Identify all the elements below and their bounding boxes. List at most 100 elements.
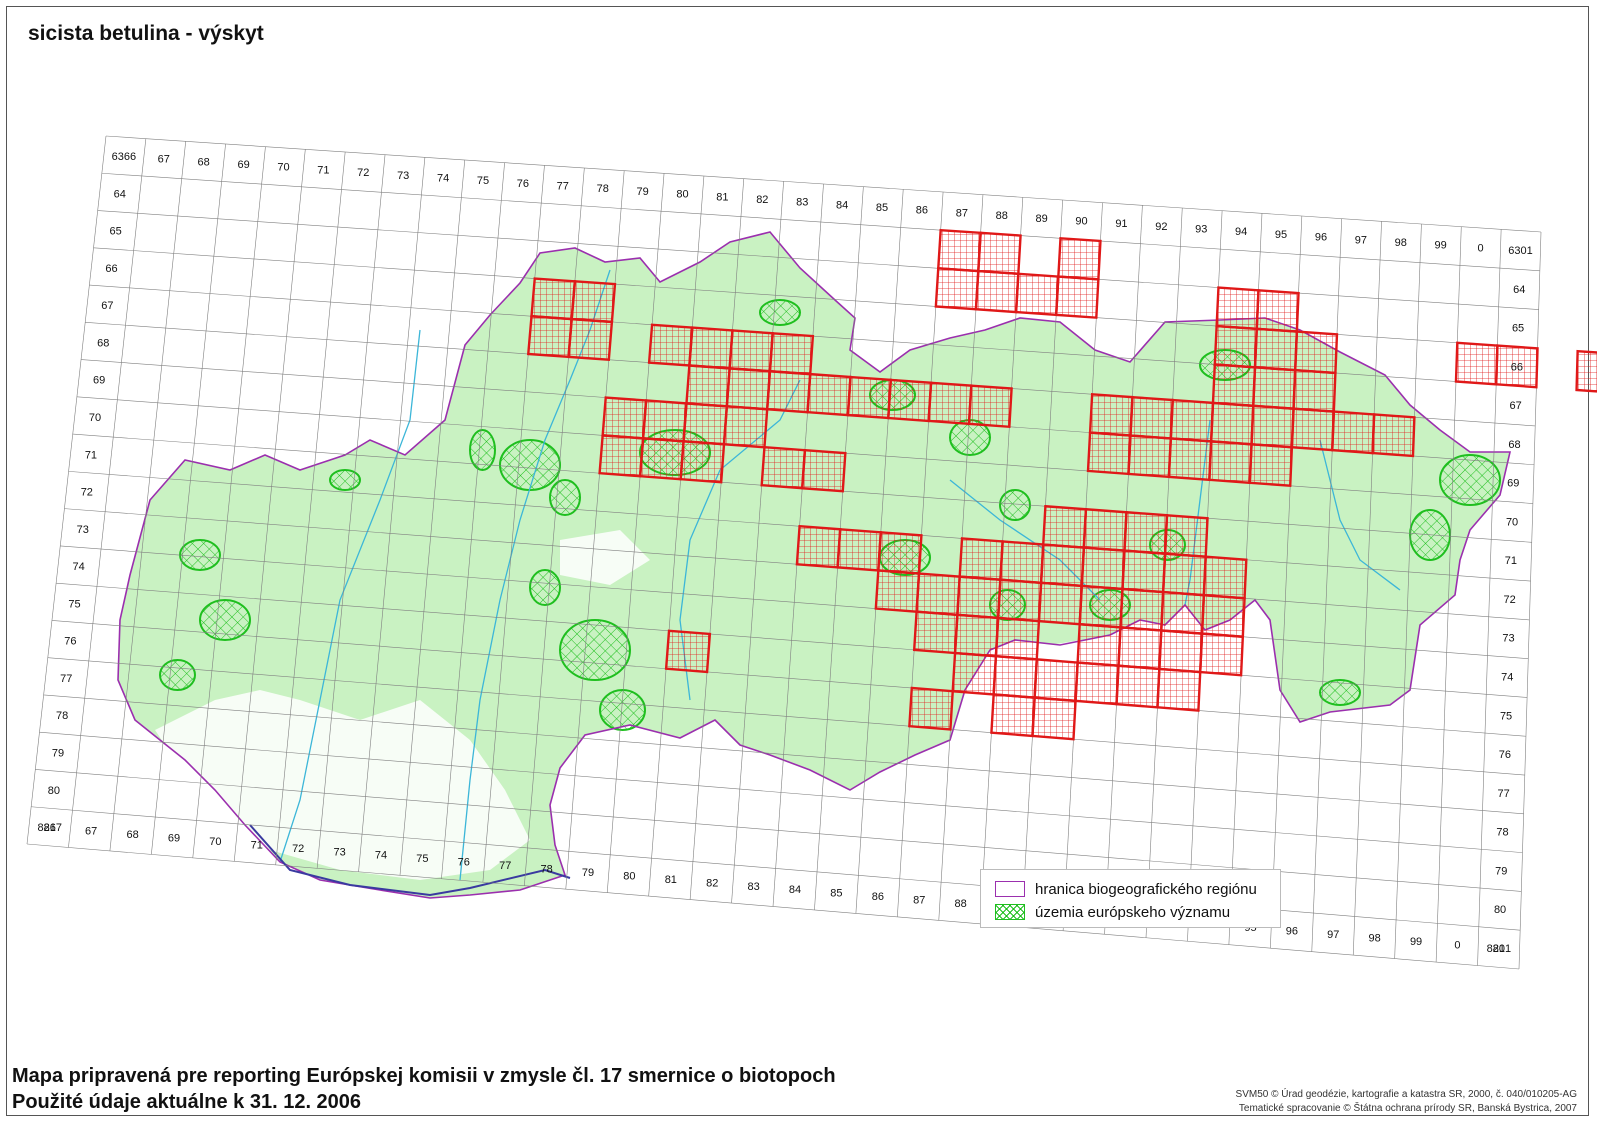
right-grid-label: 67 (1510, 400, 1522, 412)
left-grid-label: 68 (97, 337, 109, 349)
bottom-grid-label: 74 (375, 850, 387, 862)
occurrence-cell (1074, 661, 1120, 706)
left-grid-label: 73 (77, 524, 89, 536)
grid-line-horizontal (105, 135, 1542, 233)
occurrence-cell (1255, 289, 1300, 333)
bottom-grid-label: 78 (540, 864, 552, 876)
right-grid-label: 70 (1506, 516, 1518, 528)
top-grid-label: 94 (1235, 226, 1247, 238)
top-grid-label: 93 (1195, 224, 1207, 236)
occurrence-cell (1371, 413, 1416, 458)
occurrence-cell (1454, 341, 1499, 386)
occurrence-cell (1163, 513, 1209, 559)
occurrence-cell (530, 277, 577, 321)
bottom-grid-label: 98 (1369, 933, 1381, 945)
left-grid-label: 72 (81, 487, 93, 499)
occurrence-cell (728, 329, 774, 373)
bottom-grid-label: 71 (251, 839, 263, 851)
occurrence-cell (1080, 546, 1126, 591)
top-grid-label: 79 (636, 186, 648, 198)
top-grid-label: 98 (1395, 237, 1407, 249)
right-grid-label: 75 (1500, 710, 1512, 722)
sci-site (499, 439, 561, 491)
credit-line-2: Tematické spracovanie © Štátna ochrana p… (1238, 1103, 1577, 1114)
top-grid-label: 67 (158, 154, 170, 166)
occurrence-cell (795, 524, 842, 569)
border-swatch-icon (995, 881, 1025, 897)
top-grid-label: 86 (916, 205, 928, 217)
occurrence-cell (1250, 404, 1295, 449)
grid-line-vertical (1518, 231, 1542, 970)
bottom-grid-label: 96 (1286, 926, 1298, 938)
right-grid-label: 69 (1507, 478, 1519, 490)
occurrence-cell (977, 231, 1022, 276)
bottom-grid-label: 87 (913, 895, 925, 907)
left-grid-label: 78 (56, 710, 68, 722)
occurrence-cell (664, 629, 712, 674)
occurrence-cell (1167, 437, 1213, 482)
legend-label-border: hranica biogeografického regiónu (1035, 880, 1257, 898)
occurrence-cell (1076, 622, 1122, 668)
occurrence-cell (685, 364, 731, 408)
bottom-grid-label: 82 (706, 877, 718, 889)
hatch-swatch-icon (995, 904, 1025, 920)
occurrence-cell (638, 437, 685, 481)
occurrence-cell (936, 228, 982, 273)
occurrence-cell (1033, 658, 1079, 703)
left-grid-label: 81 (44, 822, 56, 834)
grid-line-horizontal (101, 172, 1540, 272)
top-grid-label: 90 (1075, 215, 1087, 227)
bottom-grid-label: 72 (292, 843, 304, 855)
grid-line-horizontal (31, 806, 1521, 931)
occurrence-cell (1292, 368, 1337, 413)
occurrence-cell (990, 693, 1036, 738)
top-grid-label: 84 (836, 199, 848, 211)
occurrence-cell (1160, 590, 1206, 635)
occurrence-cell (1200, 593, 1246, 639)
right-grid-label: 64 (1513, 284, 1525, 296)
occurrence-cell (1211, 363, 1257, 408)
occurrence-cell (768, 331, 815, 376)
legend-item-border: hranica biogeografického regiónu (995, 878, 1257, 900)
occurrence-cell (526, 314, 573, 359)
top-grid-label: 85 (876, 202, 888, 214)
occurrence-cell (1158, 629, 1204, 674)
legend: hranica biogeografického regiónu územia … (980, 869, 1281, 928)
occurrence-cell (647, 323, 694, 367)
occurrence-cell (1253, 327, 1299, 372)
bottom-grid-label: 0 (1454, 939, 1460, 951)
left-grid-label: 74 (72, 561, 84, 573)
occurrence-cell (953, 613, 1000, 658)
top-grid-label: 99 (1435, 240, 1447, 252)
left-grid-label: 66 (105, 263, 117, 275)
occurrence-cell (1156, 667, 1202, 712)
bottom-grid-label: 84 (789, 884, 801, 896)
occurrence-cell (688, 326, 734, 370)
top-grid-label: 70 (277, 162, 289, 174)
occurrence-cell (934, 267, 980, 311)
top-grid-label: 77 (557, 181, 569, 193)
occurrence-cell (800, 448, 847, 493)
top-grid-label: 83 (796, 197, 808, 209)
occurrence-cell (1086, 431, 1132, 476)
occurrence-cell (1082, 507, 1128, 552)
occurrence-cell (999, 540, 1045, 585)
occurrence-cell (806, 372, 852, 417)
occurrence-cell (1161, 552, 1207, 597)
occurrence-cell (1169, 398, 1215, 443)
occurrence-cell (1202, 555, 1248, 600)
occurrence-cell (1213, 324, 1259, 369)
right-grid-label: 77 (1498, 788, 1510, 800)
occurrence-cell (836, 527, 883, 572)
right-grid-label: 76 (1499, 749, 1511, 761)
bottom-grid-label: 75 (416, 853, 428, 865)
right-grid-label: 79 (1495, 865, 1507, 877)
occurrence-cell (567, 317, 614, 362)
top-grid-label: 74 (437, 172, 449, 184)
occurrence-cell (1215, 286, 1260, 331)
left-grid-label: 76 (64, 636, 76, 648)
occurrence-cell (1123, 510, 1169, 555)
sci-site (529, 569, 561, 606)
sci-site (559, 619, 631, 681)
occurrence-cell (1290, 407, 1336, 452)
